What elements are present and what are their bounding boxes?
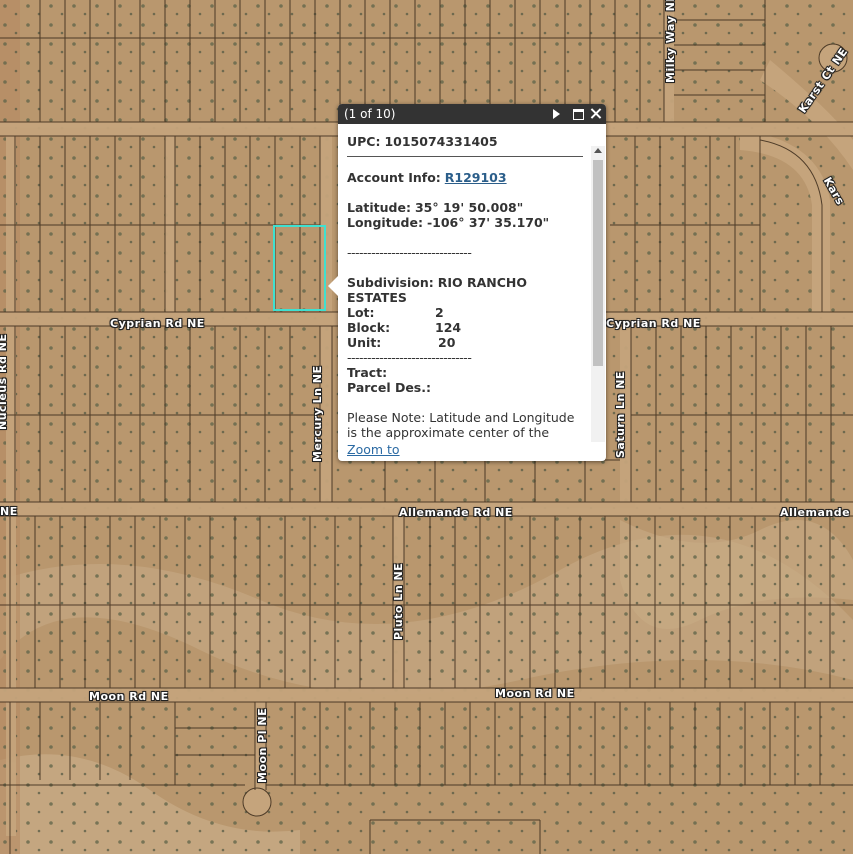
unit-row: Unit: 20 <box>347 335 583 350</box>
selected-parcel-highlight[interactable] <box>273 225 326 311</box>
lot-value: 2 <box>435 305 444 320</box>
account-row: Account Info: R129103 <box>347 170 583 185</box>
scroll-thumb[interactable] <box>593 160 603 366</box>
tract-label: Tract: <box>347 365 388 380</box>
divider <box>347 156 583 157</box>
block-row: Block: 124 <box>347 320 583 335</box>
subdivision-row: Subdivision: RIO RANCHO ESTATES <box>347 275 583 305</box>
zoom-to-link[interactable]: Zoom to <box>347 442 400 457</box>
lot-row: Lot: 2 <box>347 305 583 320</box>
popup-pointer <box>328 276 338 296</box>
popup-scrollbar[interactable] <box>591 146 605 442</box>
road-label-allemande-right: Allemande R <box>780 506 853 519</box>
upc-row: UPC: 1015074331405 <box>347 134 583 149</box>
road-label-moon-left: Moon Rd NE <box>89 690 169 703</box>
popup-record-count: (1 of 10) <box>344 107 396 121</box>
block-label: Block: <box>347 320 391 335</box>
subdivision-label: Subdivision: <box>347 275 434 290</box>
latitude-label: Latitude: <box>347 200 411 215</box>
lot-label: Lot: <box>347 305 375 320</box>
latitude-value: 35° 19' 50.008" <box>414 200 524 215</box>
road-label-saturn: Saturn Ln NE <box>614 371 627 458</box>
latitude-row: Latitude: 35° 19' 50.008" <box>347 200 583 215</box>
popup-header: (1 of 10) <box>338 104 606 124</box>
maximize-icon[interactable] <box>571 106 585 121</box>
road-label-allemande-left: NE <box>0 505 18 518</box>
road-label-cyprian-right: Cyprian Rd NE <box>606 317 701 330</box>
road-label-milky-way: Milky Way NE <box>664 0 677 83</box>
road-label-allemande-mid: Allemande Rd NE <box>399 506 513 519</box>
dash-separator-2: ------------------------------- <box>347 350 472 365</box>
close-icon[interactable] <box>589 106 603 121</box>
unit-label: Unit: <box>347 335 382 350</box>
unit-value: 20 <box>438 335 456 350</box>
parcel-des-label: Parcel Des.: <box>347 380 431 395</box>
scroll-up-icon[interactable] <box>594 148 602 153</box>
next-record-icon[interactable] <box>549 106 563 121</box>
block-value: 124 <box>435 320 462 335</box>
road-label-left-vertical: Nucleus Rd NE <box>0 333 9 430</box>
parcel-info-popup: (1 of 10) UPC: 1015074331405 Account Inf… <box>328 104 606 461</box>
longitude-label: Longitude: <box>347 215 423 230</box>
road-label-mercury: Mercury Ln NE <box>311 365 324 463</box>
popup-body[interactable]: UPC: 1015074331405 Account Info: R129103… <box>338 124 606 442</box>
account-label: Account Info: <box>347 170 441 185</box>
upc-value: 1015074331405 <box>384 134 498 149</box>
account-link[interactable]: R129103 <box>445 170 507 185</box>
road-label-pluto: Pluto Ln NE <box>392 562 405 640</box>
dash-separator: ------------------------------- <box>347 245 472 260</box>
upc-label: UPC: <box>347 134 381 149</box>
road-label-moon-mid: Moon Rd NE <box>495 687 575 700</box>
road-label-cyprian-left: Cyprian Rd NE <box>110 317 205 330</box>
road-label-moon-pl: Moon Pl NE <box>256 707 269 783</box>
longitude-row: Longitude: -106° 37' 35.170" <box>347 215 583 230</box>
note-text: Please Note: Latitude and Longitude is t… <box>347 410 575 442</box>
popup-content: UPC: 1015074331405 Account Info: R129103… <box>347 134 583 442</box>
longitude-value: -106° 37' 35.170" <box>426 215 550 230</box>
